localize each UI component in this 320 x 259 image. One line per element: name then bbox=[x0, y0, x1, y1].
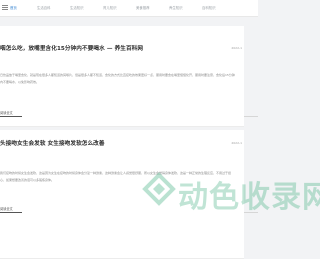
nav-item-parenting[interactable]: 育儿知识 bbox=[103, 5, 117, 10]
nav-item-encyclopedia[interactable]: 百科知识 bbox=[202, 5, 216, 10]
article-date: 2022-1 bbox=[231, 46, 242, 50]
article-title[interactable]: 头接吻女生会发软 女生接吻发软怎么改善 bbox=[0, 139, 105, 147]
watermark-text: 动色收录网 bbox=[178, 180, 320, 215]
read-more-underline bbox=[0, 116, 22, 117]
read-more-underline bbox=[0, 212, 22, 213]
divider bbox=[244, 116, 258, 117]
menu-icon[interactable] bbox=[2, 5, 8, 10]
top-navigation-bar: 首页 生活百科 生活知识 育儿知识 美食推荐 养生知识 百科知识 bbox=[0, 0, 258, 17]
article-excerpt: 日饮品放于嘴里含化，就是现在很多人都知道的润喉片，但是很多人都不知道，含化的方式… bbox=[0, 73, 235, 84]
nav-item-life-knowledge[interactable]: 生活知识 bbox=[70, 5, 84, 10]
watermark: 动色收录网 bbox=[140, 170, 320, 215]
article-title[interactable]: 咽怎么吃，放嘴里含化15分钟内不要喝水 — 养生百科网 bbox=[0, 44, 143, 52]
nav-item-life-encyclopedia[interactable]: 生活百科 bbox=[37, 5, 51, 10]
nav-item-food[interactable]: 美食推荐 bbox=[136, 5, 150, 10]
read-more-link[interactable]: 阅读全文 bbox=[0, 206, 13, 211]
nav-item-home[interactable]: 首页 bbox=[10, 5, 17, 10]
read-more-link[interactable]: 阅读全文 bbox=[0, 110, 13, 115]
nav-item-health[interactable]: 养生知识 bbox=[169, 5, 183, 10]
article-card: 咽怎么吃，放嘴里含化15分钟内不要喝水 — 养生百科网 2022-1 日饮品放于… bbox=[0, 26, 244, 127]
article-date: 2022-1 bbox=[231, 141, 242, 145]
watermark-logo-icon bbox=[142, 172, 176, 206]
